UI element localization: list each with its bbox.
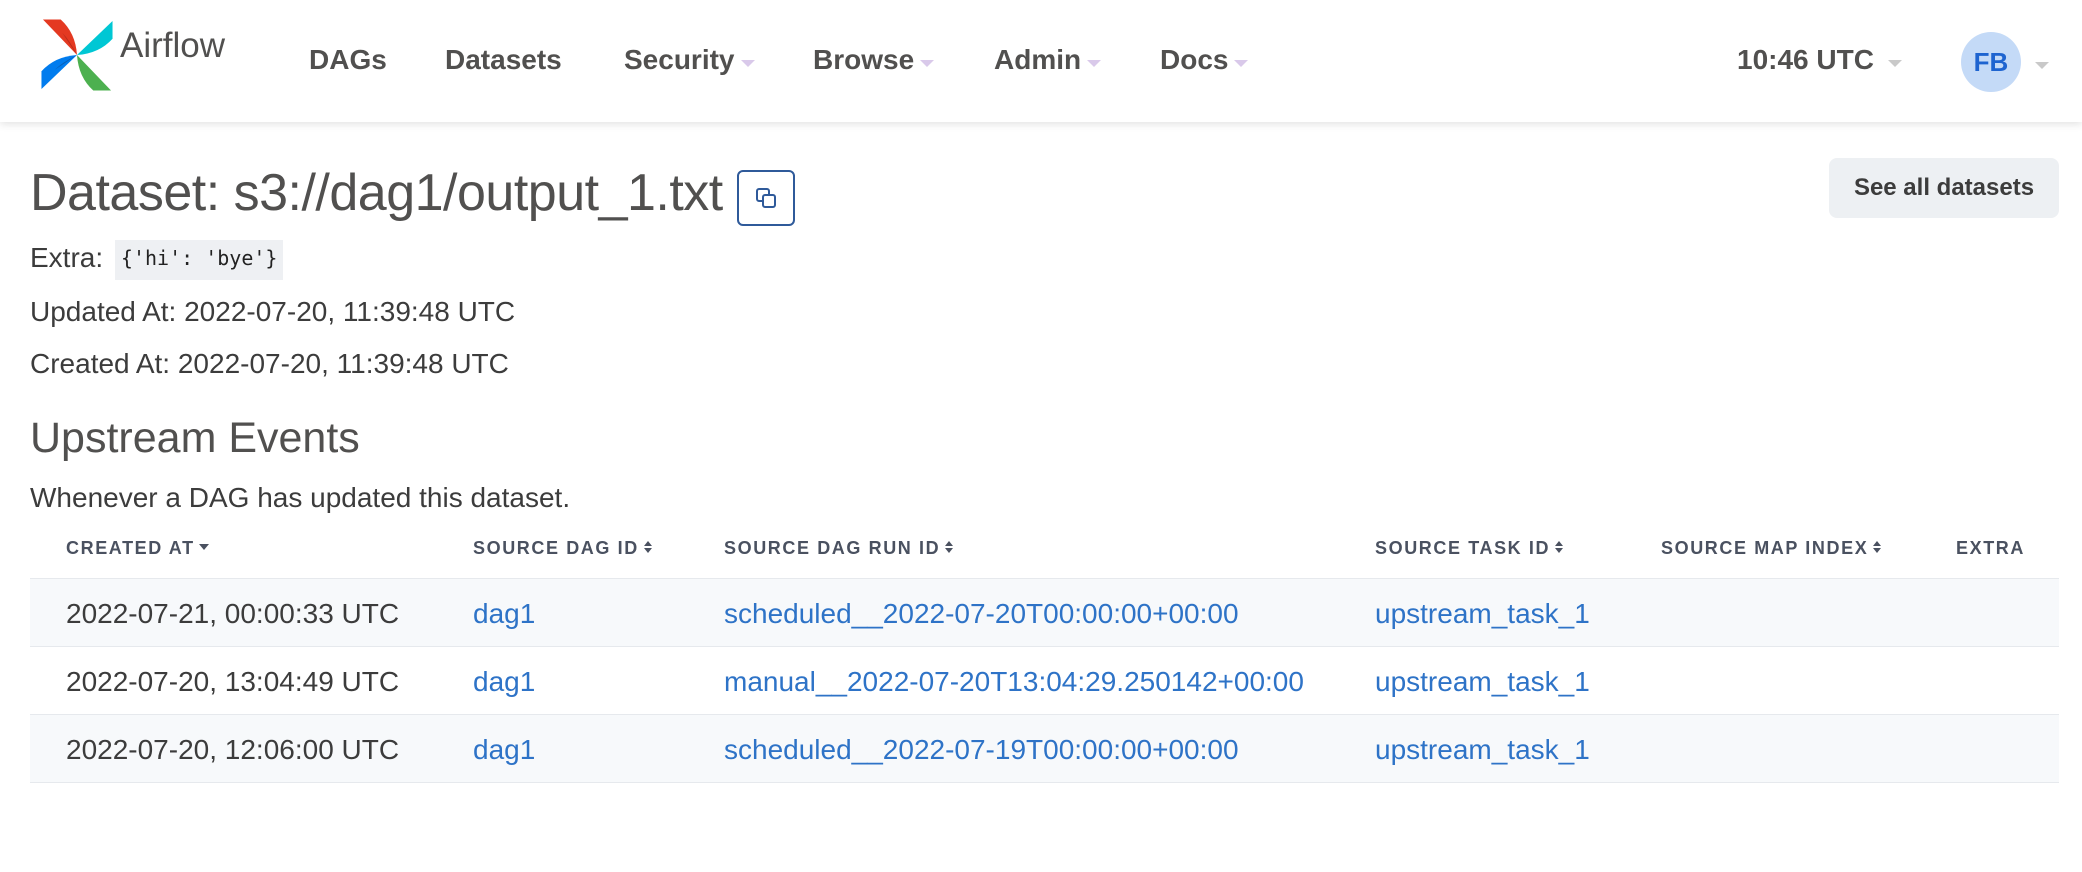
nav-datasets-label: Datasets (445, 44, 562, 75)
cell-created-at: 2022-07-21, 00:00:33 UTC (66, 598, 400, 629)
copy-uri-button[interactable] (736, 170, 795, 226)
chevron-down-icon (2035, 61, 2049, 69)
cell-source-task-id-link[interactable]: upstream_task_1 (1375, 734, 1590, 766)
nav-admin-label: Admin (994, 44, 1082, 75)
cell-source-dag-run-id-link[interactable]: manual__2022-07-20T13:04:29.250142+00:00 (724, 666, 1304, 698)
avatar-initials: FB (1973, 46, 2009, 77)
nav-docs-dropdown[interactable]: Docs (1160, 44, 1249, 76)
cell-source-dag-id-link[interactable]: dag1 (473, 598, 535, 630)
column-header-label: Source Task ID (1375, 538, 1551, 558)
table-row: 2022-07-20, 12:06:00 UTC dag1 scheduled_… (30, 715, 2059, 783)
chevron-down-icon (1234, 59, 1249, 67)
sort-icon (643, 540, 652, 553)
nav-admin-dropdown[interactable]: Admin (994, 44, 1102, 76)
column-header-label: Source DAG ID (473, 538, 639, 558)
nav-security-dropdown[interactable]: Security (624, 44, 755, 76)
upstream-events-heading: Upstream Events (30, 414, 360, 462)
chevron-down-icon (1887, 59, 1902, 67)
table-header-row: Created At Source DAG ID Source DAG Run … (30, 520, 2059, 579)
user-menu-dropdown[interactable]: FB (1961, 32, 2049, 92)
sort-icon (945, 540, 954, 553)
table-row: 2022-07-20, 13:04:49 UTC dag1 manual__20… (30, 647, 2059, 715)
cell-source-task-id-link[interactable]: upstream_task_1 (1375, 598, 1590, 630)
chevron-down-icon (920, 59, 935, 67)
column-header-source-dag-run-id[interactable]: Source DAG Run ID (724, 538, 954, 559)
extra-line: Extra: {'hi': 'bye'} (30, 240, 284, 280)
column-header-source-task-id[interactable]: Source Task ID (1375, 538, 1564, 559)
chevron-down-icon (740, 59, 755, 67)
nav-datasets[interactable]: Datasets (445, 44, 562, 76)
created-at: Created At: 2022-07-20, 11:39:48 UTC (30, 348, 509, 379)
clock-label: 10:46 UTC (1737, 44, 1874, 75)
column-header-extra: Extra (1956, 538, 2025, 559)
cell-source-task-id-link[interactable]: upstream_task_1 (1375, 666, 1590, 698)
copy-icon (755, 188, 776, 208)
nav-dags-label: DAGs (309, 44, 387, 75)
column-header-label: Extra (1956, 538, 2026, 558)
timezone-clock-dropdown[interactable]: 10:46 UTC (1737, 44, 1902, 76)
brand-name: Airflow (120, 26, 226, 65)
nav-browse-dropdown[interactable]: Browse (813, 44, 935, 76)
nav-security-label: Security (624, 44, 735, 75)
column-header-created-at[interactable]: Created At (66, 538, 209, 559)
extra-label: Extra: (30, 242, 104, 273)
chevron-down-icon (1087, 59, 1102, 67)
sort-icon (1873, 540, 1882, 553)
airflow-home-link[interactable]: Airflow (40, 18, 225, 92)
table-row: 2022-07-21, 00:00:33 UTC dag1 scheduled_… (30, 579, 2059, 647)
nav-browse-label: Browse (813, 44, 915, 75)
cell-created-at: 2022-07-20, 13:04:49 UTC (66, 666, 400, 697)
top-navbar: Airflow DAGs Datasets Security Browse Ad… (0, 0, 2082, 122)
cell-source-dag-run-id-link[interactable]: scheduled__2022-07-19T00:00:00+00:00 (724, 734, 1239, 766)
updated-at: Updated At: 2022-07-20, 11:39:48 UTC (30, 296, 516, 327)
nav-dags[interactable]: DAGs (309, 44, 387, 76)
nav-docs-label: Docs (1160, 44, 1229, 75)
avatar: FB (1961, 32, 2021, 92)
column-header-label: Source Map Index (1661, 538, 1869, 558)
page-title-row: Dataset: s3://dag1/output_1.txt (30, 160, 795, 226)
upstream-events-table: Created At Source DAG ID Source DAG Run … (30, 520, 2059, 783)
column-header-label: Source DAG Run ID (724, 538, 941, 558)
column-header-source-dag-id[interactable]: Source DAG ID (473, 538, 652, 559)
extra-value: {'hi': 'bye'} (114, 240, 284, 280)
cell-source-dag-id-link[interactable]: dag1 (473, 666, 535, 698)
see-all-datasets-button[interactable]: See all datasets (1829, 158, 2059, 218)
column-header-label: Created At (66, 538, 195, 558)
column-header-source-map-index[interactable]: Source Map Index (1661, 538, 1882, 559)
sort-descending-icon (198, 543, 209, 550)
airflow-logo-icon (41, 19, 113, 91)
cell-source-dag-run-id-link[interactable]: scheduled__2022-07-20T00:00:00+00:00 (724, 598, 1239, 630)
cell-created-at: 2022-07-20, 12:06:00 UTC (66, 734, 400, 765)
sort-icon (1555, 540, 1564, 553)
upstream-events-description: Whenever a DAG has updated this dataset. (30, 482, 571, 513)
page-title: Dataset: s3://dag1/output_1.txt (30, 164, 723, 222)
see-all-datasets-label: See all datasets (1853, 174, 2035, 201)
cell-source-dag-id-link[interactable]: dag1 (473, 734, 535, 766)
